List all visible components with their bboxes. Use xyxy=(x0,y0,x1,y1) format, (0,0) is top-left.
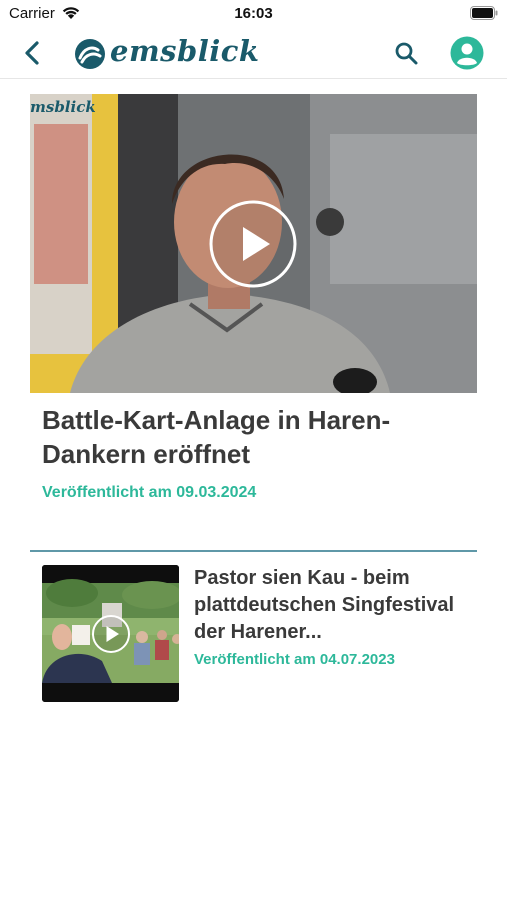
article-title[interactable]: Pastor sien Kau - beim plattdeutschen Si… xyxy=(194,565,474,646)
featured-video-thumbnail[interactable]: msblick xyxy=(30,94,477,393)
thumbnail-logo-text: msblick xyxy=(30,98,96,116)
chevron-left-icon xyxy=(25,41,39,65)
list-item[interactable]: Pastor sien Kau - beim plattdeutschen Si… xyxy=(42,565,477,705)
search-icon xyxy=(395,42,418,65)
play-icon xyxy=(209,200,297,288)
logo-text: emsblick xyxy=(110,34,260,68)
section-divider xyxy=(30,550,477,552)
logo-swirl-icon xyxy=(75,39,105,69)
article-date: Veröffentlicht am 04.07.2023 xyxy=(194,651,395,668)
play-button[interactable] xyxy=(208,199,298,289)
navigation-bar: emsblick xyxy=(0,28,507,79)
play-button[interactable] xyxy=(91,614,131,654)
search-button[interactable] xyxy=(392,40,420,68)
featured-article-date: Veröffentlicht am 09.03.2024 xyxy=(42,484,257,501)
article-video-thumbnail[interactable] xyxy=(42,565,179,702)
user-circle-icon xyxy=(450,36,484,70)
profile-button[interactable] xyxy=(450,36,484,70)
featured-article[interactable]: msblick Battle-Kart-Anlage in Haren-Dank… xyxy=(30,94,477,502)
app-logo: emsblick xyxy=(72,32,259,72)
featured-article-title[interactable]: Battle-Kart-Anlage in Haren-Dankern eröf… xyxy=(42,403,465,471)
status-bar: Carrier 16:03 xyxy=(0,0,507,28)
clock: 16:03 xyxy=(234,5,273,22)
back-button[interactable] xyxy=(20,38,48,68)
battery-icon xyxy=(470,6,498,20)
play-icon xyxy=(92,615,130,653)
